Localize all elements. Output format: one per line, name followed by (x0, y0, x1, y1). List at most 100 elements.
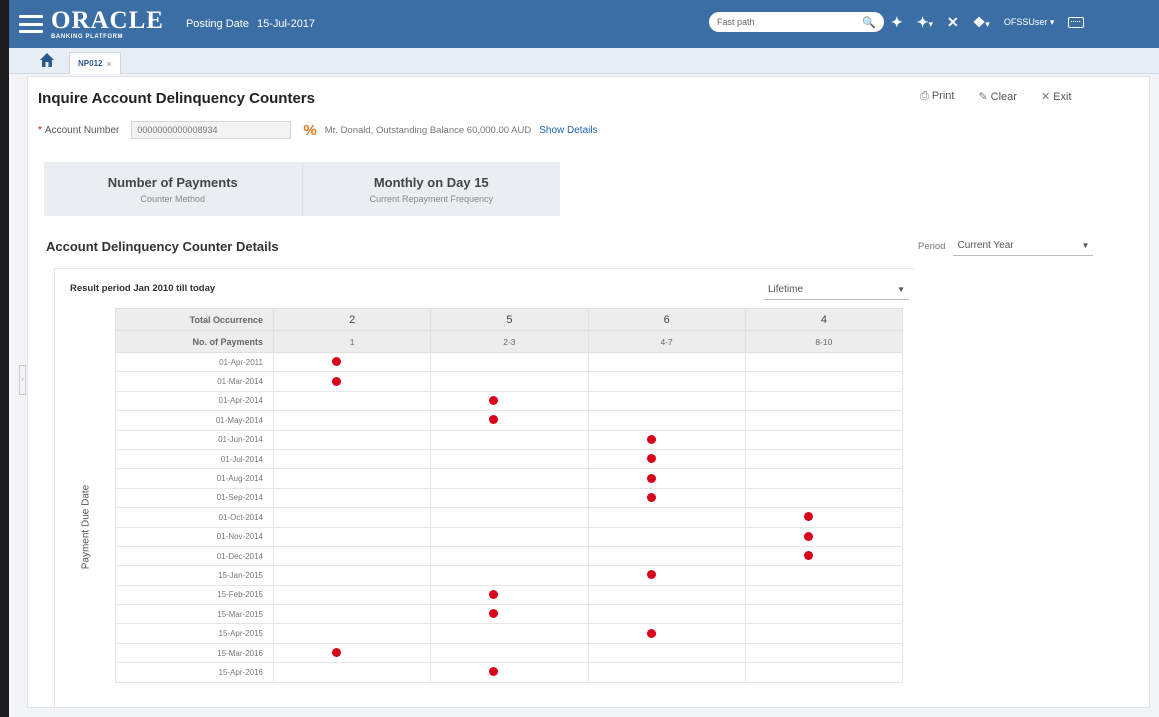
grid-cell (272, 468, 432, 489)
grid-cell (430, 371, 589, 392)
exit-button[interactable]: ✕ Exit (1041, 90, 1072, 103)
delinquency-marker (646, 492, 656, 502)
grid-cell (430, 545, 589, 567)
grid-cell (587, 371, 746, 392)
delinquency-marker (489, 667, 499, 677)
tab-close-icon[interactable]: × (106, 59, 111, 69)
payments-cell: 1 (272, 330, 432, 353)
grid-cell (587, 448, 746, 470)
due-date-cell: 01-Jul-2014 (115, 448, 274, 470)
due-date-cell: 01-Apr-2014 (115, 390, 274, 412)
grid-cell (744, 642, 904, 664)
grid-cell (430, 565, 589, 586)
grid-cell (587, 584, 746, 606)
period-filter: Period Current Year ▼ (918, 236, 1094, 256)
due-date-cell: 01-Mar-2014 (115, 371, 274, 392)
grid-cell (587, 487, 746, 509)
due-date-cell: 01-Dec-2014 (115, 545, 274, 567)
table-row: 01-Nov-2014 (115, 526, 904, 547)
page-title: Inquire Account Delinquency Counters (38, 90, 315, 107)
grid-cell (272, 371, 432, 392)
table-row: 01-Aug-2014 (115, 468, 904, 489)
delinquency-marker (646, 628, 656, 638)
delinquency-marker (332, 357, 342, 367)
grid-cell (587, 526, 746, 547)
home-icon[interactable] (39, 52, 55, 68)
tab-np012[interactable]: NP012 × (69, 52, 121, 74)
total-cell: 5 (430, 308, 589, 331)
table-row: 15-Mar-2015 (115, 604, 904, 625)
user-menu[interactable]: OFSSUser ▾ (1004, 17, 1055, 28)
search-icon[interactable]: 🔍 (862, 16, 876, 29)
tab-strip: NP012 × (9, 48, 1159, 74)
grid-cell (587, 507, 746, 528)
grid-cell (744, 526, 904, 547)
window-left-frame (0, 0, 9, 717)
table-row: 15-Apr-2015 (115, 623, 904, 644)
grid-cell (272, 642, 432, 664)
period-value: Current Year (957, 240, 1014, 251)
collapse-handle-icon[interactable]: › (19, 365, 26, 395)
grid-cell (430, 448, 589, 470)
due-date-cell: 01-Aug-2014 (115, 468, 274, 489)
due-date-cell: 01-Oct-2014 (115, 507, 274, 528)
delinquency-marker (332, 648, 342, 658)
due-date-cell: 15-Apr-2015 (115, 623, 274, 644)
favorites-icon[interactable]: ✦ (891, 14, 903, 31)
delinquency-marker (332, 376, 342, 386)
bookmark-icon[interactable]: ✦▾ (917, 14, 933, 31)
account-row: * Account Number % Mr. Donald, Outstandi… (38, 121, 598, 139)
top-bar: ORACLE BANKING PLATFORM Posting Date 15-J… (9, 0, 1159, 48)
grid-cell (744, 584, 904, 606)
row-label: No. of Payments (115, 330, 274, 353)
grid-cell (587, 410, 746, 431)
chevron-down-icon: ▼ (1081, 241, 1090, 250)
keyboard-icon[interactable] (1068, 17, 1085, 28)
grid-cell (430, 487, 589, 509)
close-icon[interactable]: ✕ (947, 14, 959, 31)
delinquency-marker (803, 551, 813, 561)
posting-date-label: Posting Date (185, 18, 249, 30)
table-row: 01-May-2014 (115, 410, 904, 431)
info-icon[interactable]: ❖▾ (973, 14, 990, 31)
fast-path-placeholder: Fast path (717, 17, 755, 27)
posting-date: Posting Date 15-Jul-2017 (186, 18, 315, 30)
delinquency-marker (489, 415, 499, 425)
total-cell: 2 (272, 308, 432, 331)
grid-cell (430, 642, 589, 664)
grid-cell (744, 662, 904, 683)
summary-value: Number of Payments (107, 174, 238, 190)
pencil-icon: ✎ (978, 91, 988, 103)
print-button[interactable]: ⎙ Print (920, 90, 954, 103)
grid-cell (272, 604, 432, 625)
percent-icon[interactable]: % (303, 122, 316, 139)
period-select[interactable]: Current Year ▼ (953, 236, 1094, 256)
grid-cell (587, 642, 746, 664)
required-marker: * (38, 124, 42, 136)
table-row: 01-Apr-2011 (115, 351, 904, 373)
payments-cell: 8-10 (744, 330, 904, 353)
close-icon: ✕ (1040, 91, 1051, 103)
period-label: Period (918, 240, 946, 252)
fast-path-input[interactable]: Fast path 🔍 (709, 12, 884, 32)
show-details-link[interactable]: Show Details (539, 125, 597, 136)
table-row: 01-Sep-2014 (115, 487, 904, 509)
grid-cell (744, 507, 904, 528)
payments-cell: 2-3 (430, 330, 589, 353)
total-occurrence-row: Total Occurrence 2 5 6 4 (115, 308, 904, 331)
chevron-down-icon: ▼ (897, 285, 905, 294)
grid-cell (430, 623, 589, 644)
page-actions: ⎙ Print ✎ Clear ✕ Exit (920, 90, 1072, 103)
clear-button[interactable]: ✎ Clear (978, 90, 1017, 103)
menu-hamburger-icon[interactable] (19, 15, 43, 33)
grid-cell (587, 390, 746, 412)
grid-cell (587, 604, 746, 625)
account-number-field[interactable] (131, 121, 292, 139)
posting-date-value: 15-Jul-2017 (256, 18, 316, 30)
grid-cell (587, 351, 746, 373)
delinquency-marker (803, 531, 813, 541)
summary-value: Monthly on Day 15 (373, 174, 489, 190)
range-select[interactable]: Lifetime ▼ (764, 280, 909, 300)
grid-cell (587, 545, 746, 567)
range-value: Lifetime (768, 284, 804, 295)
